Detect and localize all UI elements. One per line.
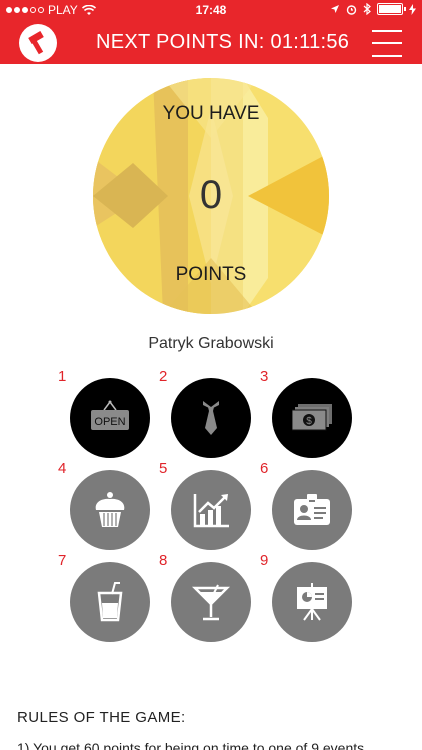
tie-icon [203,401,219,435]
event-number: 1 [58,368,67,385]
points-value: 0 [199,173,223,217]
menu-button[interactable] [372,28,402,58]
page-title: NEXT POINTS IN: 01:11:56 [96,31,350,53]
event-button-1[interactable]: OPEN [70,378,150,458]
event-number: 3 [260,368,269,385]
event-number: 9 [260,552,269,569]
id-badge-icon [294,494,330,525]
battery-icon [377,3,406,15]
svg-text:$: $ [306,416,312,427]
event-button-2[interactable] [171,378,251,458]
presentation-icon [297,583,327,621]
alarm-icon [346,4,357,15]
event-number: 7 [58,552,67,569]
event-number: 6 [260,460,269,477]
rules-heading: RULES OF THE GAME: [17,709,186,726]
event-number: 5 [159,460,168,477]
user-name: Patryk Grabowski [148,335,274,352]
open-sign-text: OPEN [94,416,125,428]
drink-cup-icon [97,582,123,622]
points-disc: YOU HAVE 0 POINTS [93,78,329,314]
event-item-9[interactable]: 9 [260,552,352,644]
event-number: 4 [58,460,67,477]
nav-bar: NEXT POINTS IN: 01:11:56 [0,22,422,64]
event-number: 8 [159,552,168,569]
event-item-7[interactable]: 7 [58,552,150,644]
location-arrow-icon [331,5,339,13]
event-button-9[interactable] [272,562,352,642]
event-button-4[interactable] [70,470,150,550]
cocktail-icon [191,584,231,621]
app-logo[interactable] [19,24,57,62]
points-label-top: YOU HAVE [162,103,260,124]
cupcake-icon [95,492,125,527]
status-right [330,3,416,15]
status-bar: PLAY 17:48 [0,0,422,22]
hammer-logo-icon [28,31,44,55]
money-icon: $ [292,404,332,431]
rules-line-1: 1) You get 60 points for being on time t… [17,740,365,750]
event-number: 2 [159,368,168,385]
event-button-5[interactable] [171,470,251,550]
event-item-1[interactable]: 1 OPEN [58,368,150,460]
event-item-6[interactable]: 6 [260,460,352,552]
event-item-2[interactable]: 2 [159,368,251,460]
bluetooth-icon [363,3,371,15]
open-sign-icon: OPEN [91,400,129,430]
event-item-3[interactable]: 3 $ [260,368,352,460]
event-button-6[interactable] [272,470,352,550]
charging-bolt-icon [409,3,416,15]
event-item-4[interactable]: 4 [58,460,150,552]
event-item-8[interactable]: 8 [159,552,251,644]
event-item-5[interactable]: 5 [159,460,251,552]
event-button-3[interactable]: $ [272,378,352,458]
points-label-bottom: POINTS [175,264,247,285]
event-button-8[interactable] [171,562,251,642]
event-button-7[interactable] [70,562,150,642]
chart-icon [193,494,229,528]
